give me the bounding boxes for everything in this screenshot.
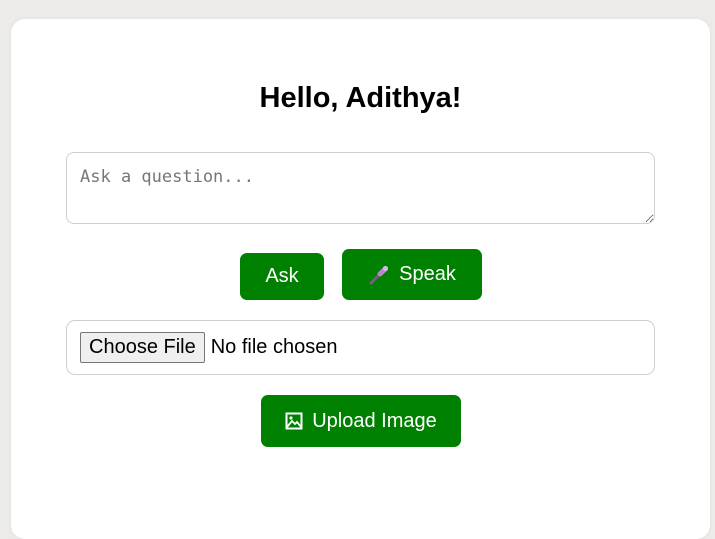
- greeting-title: Hello, Adithya!: [259, 82, 462, 114]
- speak-button-label: Speak: [399, 263, 456, 285]
- upload-image-label: Upload Image: [312, 409, 437, 432]
- ask-button-label: Ask: [265, 265, 299, 287]
- microphone-icon: [368, 264, 390, 286]
- choose-file-button[interactable]: Choose File: [80, 332, 205, 363]
- question-input[interactable]: [66, 152, 655, 224]
- file-status-text: No file chosen: [210, 336, 338, 358]
- speak-button[interactable]: Speak: [342, 249, 482, 300]
- chat-card: Hello, Adithya! Ask Speak Choose File No…: [11, 19, 710, 539]
- ask-button[interactable]: Ask: [240, 253, 324, 300]
- image-icon: [285, 412, 303, 430]
- file-input-container: Choose File No file chosen: [66, 320, 655, 375]
- upload-image-button[interactable]: Upload Image: [261, 395, 461, 447]
